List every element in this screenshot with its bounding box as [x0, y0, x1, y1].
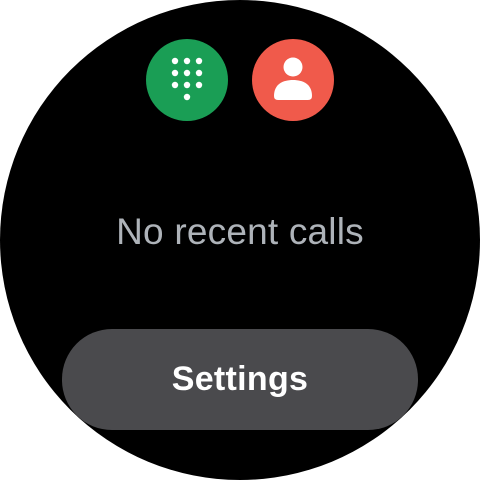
contacts-button[interactable]	[252, 39, 334, 121]
contact-person-icon	[274, 57, 312, 100]
watch-screen: No recent calls Settings	[0, 0, 480, 480]
settings-button-label: Settings	[171, 360, 309, 398]
dialpad-button[interactable]	[146, 39, 228, 121]
settings-button[interactable]: Settings	[62, 329, 418, 430]
dialpad-icon	[171, 57, 203, 101]
no-recent-calls-message: No recent calls	[116, 211, 364, 252]
